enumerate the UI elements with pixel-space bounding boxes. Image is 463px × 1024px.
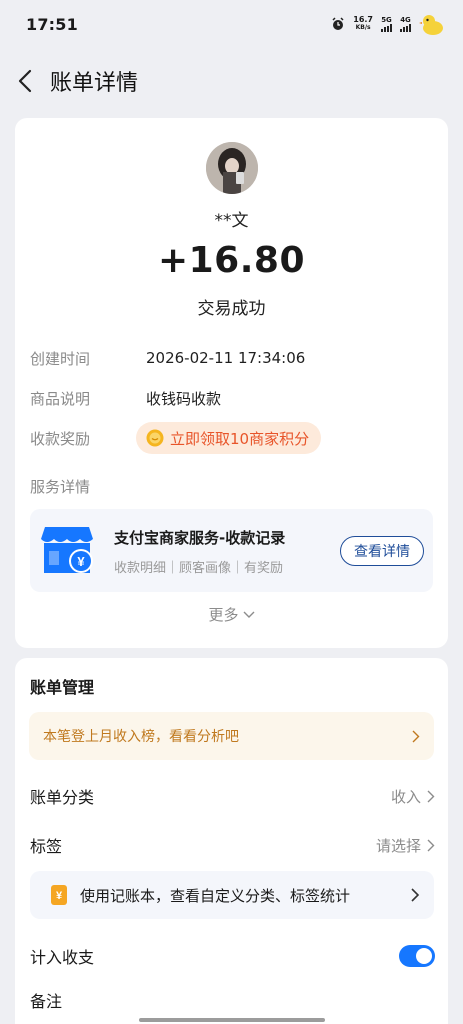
chevron-left-icon xyxy=(18,69,32,93)
avatar-image xyxy=(206,142,258,194)
created-time-value: 2026-02-11 17:34:06 xyxy=(146,349,306,367)
category-label: 账单分类 xyxy=(30,788,95,807)
note-label: 备注 xyxy=(30,992,63,1011)
service-label: 服务详情 xyxy=(30,477,91,496)
signal-4g-icon: 4G xyxy=(400,16,411,32)
network-speed: 16.7 KB/s xyxy=(353,16,373,32)
tag-row[interactable]: 标签 请选择 xyxy=(30,831,435,859)
network-speed-value: 16.7 xyxy=(353,15,373,24)
tag-value: 请选择 xyxy=(375,836,421,855)
svg-text:¥: ¥ xyxy=(77,554,85,569)
reward-label: 收款奖励 xyxy=(30,429,91,448)
transaction-amount: +16.80 xyxy=(157,240,306,281)
more-label: 更多 xyxy=(208,606,239,624)
category-value: 收入 xyxy=(390,787,421,806)
bill-management-title: 账单管理 xyxy=(30,678,95,697)
chevron-right-icon xyxy=(411,888,420,902)
page-title: 账单详情 xyxy=(50,71,139,96)
more-toggle[interactable]: 更多 xyxy=(15,604,448,625)
status-icons: 16.7 KB/s 5G 4G xyxy=(331,11,445,37)
top-nav: 账单详情 xyxy=(0,58,463,104)
transaction-card: **文 +16.80 交易成功 创建时间 2026-02-11 17:34:06… xyxy=(15,118,448,648)
chevron-right-icon xyxy=(427,790,435,802)
payer-avatar[interactable] xyxy=(206,142,258,194)
service-title: 支付宝商家服务-收款记录 xyxy=(114,529,286,547)
service-subtitle: 收款明细｜顾客画像｜有奖励 xyxy=(114,561,284,576)
ledger-banner[interactable]: ¥ 使用记账本，查看自定义分类、标签统计 xyxy=(30,871,434,919)
coin-icon xyxy=(146,429,164,447)
count-in-balance-row: 计入收支 xyxy=(30,942,435,970)
note-row[interactable]: 备注 xyxy=(30,986,435,1014)
product-value: 收钱码收款 xyxy=(146,389,222,408)
alarm-icon xyxy=(332,17,344,30)
count-in-balance-label: 计入收支 xyxy=(30,948,95,967)
chevron-right-icon xyxy=(412,730,420,742)
status-time: 17:51 xyxy=(26,14,78,34)
ledger-text: 使用记账本，查看自定义分类、标签统计 xyxy=(80,886,351,905)
service-row: 服务详情 xyxy=(30,474,146,498)
bill-management-card: 账单管理 本笔登上月收入榜，看看分析吧 账单分类 收入 标签 请选择 ¥ 使用记… xyxy=(15,658,448,1024)
claim-reward-button[interactable]: 立即领取10商家积分 xyxy=(136,422,322,454)
reward-row: 收款奖励 立即领取10商家积分 xyxy=(30,422,322,454)
view-detail-button[interactable]: 查看详情 xyxy=(340,536,424,566)
duck-avatar-icon xyxy=(419,15,443,35)
signal-4g-label: 4G xyxy=(400,16,411,24)
created-time-label: 创建时间 xyxy=(30,349,91,368)
chevron-down-icon xyxy=(243,611,254,618)
ledger-book-icon: ¥ xyxy=(51,885,67,905)
payer-name: **文 xyxy=(214,211,249,231)
svg-text:¥: ¥ xyxy=(56,890,63,902)
signal-5g-label: 5G xyxy=(381,16,392,24)
insight-text: 本笔登上月收入榜，看看分析吧 xyxy=(43,729,239,745)
income-insight-banner[interactable]: 本笔登上月收入榜，看看分析吧 xyxy=(29,712,434,760)
product-row: 商品说明 收钱码收款 xyxy=(30,386,221,410)
back-button[interactable] xyxy=(0,58,50,104)
transaction-status: 交易成功 xyxy=(197,299,266,319)
created-time-row: 创建时间 2026-02-11 17:34:06 xyxy=(30,346,305,370)
home-indicator[interactable] xyxy=(139,1018,325,1022)
category-row[interactable]: 账单分类 收入 xyxy=(30,782,435,810)
merchant-service-box[interactable]: ¥ 支付宝商家服务-收款记录 收款明细｜顾客画像｜有奖励 查看详情 xyxy=(30,509,433,592)
product-label: 商品说明 xyxy=(30,389,91,408)
count-in-balance-toggle[interactable] xyxy=(399,945,435,967)
tag-label: 标签 xyxy=(30,837,63,856)
reward-button-text: 立即领取10商家积分 xyxy=(170,429,310,448)
chevron-right-icon xyxy=(427,839,435,851)
network-speed-unit: KB/s xyxy=(355,24,371,31)
toggle-knob xyxy=(416,948,432,964)
status-bar: 17:51 16.7 KB/s 5G 4G xyxy=(0,0,463,48)
signal-5g-icon: 5G xyxy=(381,16,392,32)
shop-icon: ¥ xyxy=(41,527,93,573)
